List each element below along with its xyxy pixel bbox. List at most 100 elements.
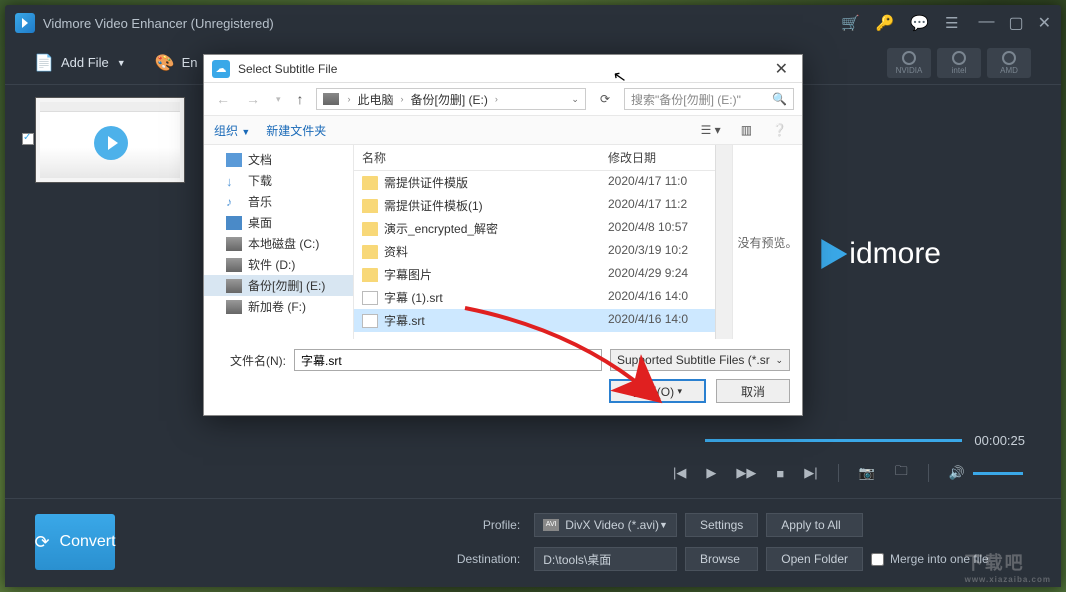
path-breadcrumb[interactable]: › 此电脑 › 备份[勿删] (E:) › ⌄ — [316, 88, 586, 110]
enhance-icon: 🎨 — [156, 54, 174, 72]
refresh-icon[interactable]: ⟳ — [594, 92, 616, 106]
add-file-button[interactable]: 📄 Add File ▼ — [35, 54, 126, 72]
thumbnail-checkbox[interactable] — [22, 133, 34, 145]
prev-button[interactable]: |◀ — [673, 465, 686, 481]
cancel-button[interactable]: 取消 — [716, 379, 790, 403]
filename-input[interactable] — [294, 349, 602, 371]
dialog-app-icon: ☁ — [212, 60, 230, 78]
file-name: 字幕 (1).srt — [384, 289, 443, 306]
bottom-panel: Profile: AVIDivX Video (*.avi) ▼ Setting… — [5, 498, 1061, 587]
tree-item-icon — [226, 300, 242, 314]
apply-all-button[interactable]: Apply to All — [766, 513, 863, 537]
help-icon[interactable]: ❔ — [767, 121, 792, 139]
profile-select[interactable]: AVIDivX Video (*.avi) ▼ — [534, 513, 677, 537]
tree-item-label: 桌面 — [248, 214, 272, 231]
browse-button[interactable]: Browse — [685, 547, 758, 571]
tree-item[interactable]: 文档 — [204, 149, 353, 170]
tree-item[interactable]: ↓下载 — [204, 170, 353, 191]
settings-button[interactable]: Settings — [685, 513, 758, 537]
dialog-toolbar: 组织 ▼ 新建文件夹 ☰ ▾ ▥ ❔ — [204, 115, 802, 145]
nav-forward-icon[interactable]: → — [242, 91, 264, 107]
file-date: 2020/4/8 10:57 — [600, 218, 715, 239]
file-date: 2020/4/29 9:24 — [600, 264, 715, 285]
open-button[interactable]: 打开(O) ▾ — [609, 379, 706, 403]
tree-item-icon — [226, 216, 242, 230]
new-folder-button[interactable]: 新建文件夹 — [266, 122, 326, 139]
minimize-icon[interactable]: — — [978, 13, 994, 33]
tree-item-icon — [226, 258, 242, 272]
seek-track[interactable] — [705, 439, 962, 442]
folder-icon — [362, 199, 378, 213]
file-date: 2020/3/19 10:2 — [600, 241, 715, 262]
file-name: 资料 — [384, 243, 408, 260]
folder-icon — [362, 222, 378, 236]
tree-item[interactable]: 本地磁盘 (C:) — [204, 233, 353, 254]
file-dialog: ☁ Select Subtitle File ✕ ← → ▾ ↑ › 此电脑 ›… — [203, 54, 803, 416]
dialog-search-input[interactable]: 搜索"备份[勿删] (E:)" 🔍 — [624, 88, 794, 110]
play-button[interactable]: ▶ — [706, 465, 716, 481]
preview-pane: 没有预览。 — [732, 145, 802, 339]
file-icon — [362, 314, 378, 328]
file-date: 2020/4/17 11:2 — [600, 195, 715, 216]
file-name: 字幕图片 — [384, 266, 432, 283]
fwd-button[interactable]: ▶▶ — [736, 465, 756, 481]
organize-button[interactable]: 组织 ▼ — [214, 122, 250, 139]
enhance-button[interactable]: 🎨 En — [156, 54, 198, 72]
file-row[interactable]: 字幕 (1).srt2020/4/16 14:0 — [354, 286, 715, 309]
tree-item[interactable]: ♪音乐 — [204, 191, 353, 212]
play-overlay-icon[interactable] — [94, 126, 128, 160]
dialog-close-icon[interactable]: ✕ — [769, 59, 794, 79]
dialog-titlebar: ☁ Select Subtitle File ✕ — [204, 55, 802, 83]
file-row[interactable]: 需提供证件模板(1)2020/4/17 11:2 — [354, 194, 715, 217]
cart-icon[interactable]: 🛒 — [841, 14, 860, 32]
file-name: 演示_encrypted_解密 — [384, 220, 498, 237]
view-mode-button[interactable]: ☰ ▾ — [696, 121, 726, 139]
video-thumbnail[interactable] — [35, 97, 185, 183]
preview-pane-button[interactable]: ▥ — [736, 121, 757, 139]
timeline: 00:00:25 — [705, 433, 1031, 448]
col-date[interactable]: 修改日期 — [600, 145, 715, 170]
file-row[interactable]: 字幕.srt2020/4/16 14:0 — [354, 309, 715, 332]
nvidia-badge: NVIDIA — [887, 48, 931, 78]
feedback-icon[interactable]: 💬 — [910, 14, 929, 32]
stop-button[interactable]: ■ — [776, 466, 784, 481]
maximize-icon[interactable]: ▢ — [1008, 13, 1023, 33]
file-row[interactable]: 资料 2020/3/19 10:2 — [354, 240, 715, 263]
next-button[interactable]: ▶| — [804, 465, 817, 481]
folder-button[interactable]: 🗀 — [895, 462, 908, 484]
nav-up-icon[interactable]: ↑ — [293, 91, 308, 107]
avi-icon: AVI — [543, 519, 559, 531]
folder-icon — [362, 245, 378, 259]
tree-item-label: 备份[勿删] (E:) — [248, 277, 325, 294]
filter-combo[interactable]: Supported Subtitle Files (*.sr⌄ — [610, 349, 790, 371]
tree-item[interactable]: 新加卷 (F:) — [204, 296, 353, 317]
folder-icon — [362, 176, 378, 190]
tree-item[interactable]: 软件 (D:) — [204, 254, 353, 275]
titlebar-icons: 🛒 🔑 💬 ☰ — [841, 14, 959, 32]
open-folder-button[interactable]: Open Folder — [766, 547, 863, 571]
merge-checkbox-input[interactable] — [871, 553, 884, 566]
destination-field[interactable]: D:\tools\桌面 — [534, 547, 677, 571]
file-date: 2020/4/17 11:0 — [600, 172, 715, 193]
filename-label: 文件名(N): — [216, 352, 286, 369]
nav-back-icon[interactable]: ← — [212, 91, 234, 107]
app-title: Vidmore Video Enhancer (Unregistered) — [43, 16, 274, 31]
close-icon[interactable]: ✕ — [1038, 13, 1051, 33]
dialog-nav: ← → ▾ ↑ › 此电脑 › 备份[勿删] (E:) › ⌄ ⟳ 搜索"备份[… — [204, 83, 802, 115]
file-name: 需提供证件模版 — [384, 174, 468, 191]
snapshot-button[interactable]: 📷 — [859, 465, 875, 481]
file-row[interactable]: 字幕图片 2020/4/29 9:24 — [354, 263, 715, 286]
tree-item[interactable]: 备份[勿删] (E:) — [204, 275, 353, 296]
tree-item[interactable]: 桌面 — [204, 212, 353, 233]
col-name[interactable]: 名称 — [354, 145, 600, 170]
file-row[interactable]: 需提供证件模版 2020/4/17 11:0 — [354, 171, 715, 194]
chevron-down-icon[interactable]: ▾ — [272, 94, 285, 105]
scrollbar[interactable] — [715, 145, 732, 339]
menu-icon[interactable]: ☰ — [945, 14, 958, 32]
file-row[interactable]: 演示_encrypted_解密 2020/4/8 10:57 — [354, 217, 715, 240]
convert-button[interactable]: ⟳ Convert — [35, 514, 115, 570]
volume-slider[interactable] — [973, 472, 1023, 475]
volume-icon[interactable]: 🔊 — [949, 465, 965, 481]
tree-item-icon: ↓ — [226, 174, 242, 188]
key-icon[interactable]: 🔑 — [876, 14, 895, 32]
